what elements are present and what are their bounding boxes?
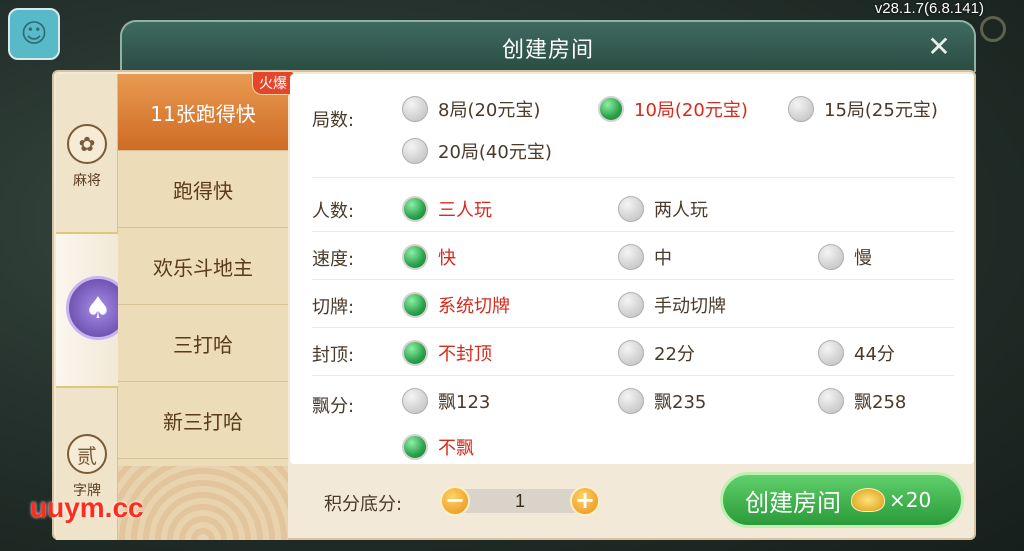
option-row-speed: 速度: 快 中 慢 [312, 236, 954, 280]
category-mahjong[interactable]: ✿ 麻将 [56, 124, 118, 190]
option-row-cut: 切牌: 系统切牌 手动切牌 [312, 284, 954, 328]
radio-icon [402, 434, 428, 460]
radio-players-3[interactable]: 三人玩 [402, 196, 492, 222]
category-zipai[interactable]: 贰 字牌 [56, 434, 118, 500]
radio-icon [402, 96, 428, 122]
option-label-players: 人数: [312, 200, 355, 222]
create-room-dialog: 创建房间 ✕ ✿ 麻将 ♠ 贰 字牌 11张跑得快 火爆 跑得快 欢乐斗地主 三… [52, 20, 976, 542]
category-mahjong-label: 麻将 [73, 173, 101, 189]
radio-float-none[interactable]: 不飘 [402, 434, 474, 460]
radio-icon [402, 138, 428, 164]
option-label-speed: 速度: [312, 248, 355, 270]
game-list: 11张跑得快 火爆 跑得快 欢乐斗地主 三打哈 新三打哈 [118, 71, 294, 540]
radio-icon [402, 244, 428, 270]
radio-icon [402, 196, 428, 222]
radio-icon [618, 244, 644, 270]
dialog-body: ✿ 麻将 ♠ 贰 字牌 11张跑得快 火爆 跑得快 欢乐斗地主 三打哈 新三打哈… [52, 70, 976, 540]
version-label: v28.1.7(6.8.141) [874, 0, 984, 17]
radio-icon [818, 388, 844, 414]
radio-icon [402, 340, 428, 366]
game-item-label: 跑得快 [173, 178, 233, 203]
close-icon[interactable]: ✕ [924, 32, 954, 62]
radio-float-235[interactable]: 飘235 [618, 388, 706, 414]
radio-cap-none[interactable]: 不封顶 [402, 340, 492, 366]
decrease-button[interactable]: − [440, 486, 470, 516]
zipai-icon: 贰 [67, 434, 107, 474]
hot-badge: 火爆 [252, 71, 294, 95]
gold-ingot-icon [851, 488, 885, 512]
radio-float-258[interactable]: 飘258 [818, 388, 906, 414]
increase-button[interactable]: + [570, 486, 600, 516]
radio-speed-medium[interactable]: 中 [618, 244, 672, 270]
radio-rounds-8[interactable]: 8局(20元宝) [402, 96, 540, 122]
option-row-rounds: 局数: 8局(20元宝) 10局(20元宝) 15局(25元宝) 20局(40元… [312, 86, 954, 178]
options-panel: 局数: 8局(20元宝) 10局(20元宝) 15局(25元宝) 20局(40元… [290, 74, 974, 464]
game-item-11-paodekuai[interactable]: 11张跑得快 火爆 [118, 71, 294, 151]
base-score-value: 1 [454, 489, 586, 513]
radio-icon [618, 196, 644, 222]
settings-gear-icon[interactable] [980, 16, 1006, 42]
option-label-rounds: 局数: [312, 110, 355, 131]
create-room-button[interactable]: 创建房间 ×20 [720, 472, 964, 528]
radio-speed-slow[interactable]: 慢 [818, 244, 872, 270]
radio-players-2[interactable]: 两人玩 [618, 196, 708, 222]
category-rail: ✿ 麻将 ♠ 贰 字牌 [56, 74, 132, 540]
radio-icon [818, 340, 844, 366]
radio-icon [788, 96, 814, 122]
radio-cut-system[interactable]: 系统切牌 [402, 292, 510, 318]
bottom-bar: 积分底分: 1 − + 创建房间 ×20 [290, 466, 974, 538]
dialog-header: 创建房间 ✕ [120, 20, 976, 72]
radio-cut-manual[interactable]: 手动切牌 [618, 292, 726, 318]
game-item-new-sandaha[interactable]: 新三打哈 [118, 382, 288, 459]
game-item-paodekuai[interactable]: 跑得快 [118, 151, 288, 228]
game-item-label: 新三打哈 [163, 409, 243, 434]
radio-cap-44[interactable]: 44分 [818, 340, 895, 366]
option-label-float: 飘分: [312, 396, 355, 417]
radio-icon [402, 388, 428, 414]
radio-icon [618, 388, 644, 414]
game-item-sandaha[interactable]: 三打哈 [118, 305, 288, 382]
radio-icon [818, 244, 844, 270]
game-item-label: 11张跑得快 [150, 101, 256, 126]
radio-float-123[interactable]: 飘123 [402, 388, 490, 414]
create-room-label: 创建房间 [745, 488, 841, 517]
radio-cap-22[interactable]: 22分 [618, 340, 695, 366]
base-score-stepper: 1 − + [440, 486, 600, 516]
base-score-label: 积分底分: [324, 494, 403, 515]
radio-icon [598, 96, 624, 122]
radio-icon [618, 340, 644, 366]
radio-icon [402, 292, 428, 318]
mahjong-icon: ✿ [67, 124, 107, 164]
game-item-label: 三打哈 [173, 332, 233, 357]
option-row-players: 人数: 三人玩 两人玩 [312, 188, 954, 232]
radio-speed-fast[interactable]: 快 [402, 244, 456, 270]
radio-icon [618, 292, 644, 318]
game-item-label: 欢乐斗地主 [153, 255, 253, 280]
game-item-doudizhu[interactable]: 欢乐斗地主 [118, 228, 288, 305]
option-row-float: 飘分: 飘123 飘235 飘258 不飘 [312, 380, 954, 470]
dialog-title: 创建房间 [501, 38, 594, 63]
radio-rounds-20[interactable]: 20局(40元宝) [402, 138, 552, 164]
option-label-cap: 封顶: [312, 344, 355, 366]
option-label-cut: 切牌: [312, 296, 355, 318]
create-room-cost: ×20 [889, 488, 932, 512]
radio-rounds-15[interactable]: 15局(25元宝) [788, 96, 938, 122]
watermark-text: uuym.cc [30, 492, 144, 523]
option-row-cap: 封顶: 不封顶 22分 44分 [312, 332, 954, 376]
radio-rounds-10[interactable]: 10局(20元宝) [598, 96, 748, 122]
